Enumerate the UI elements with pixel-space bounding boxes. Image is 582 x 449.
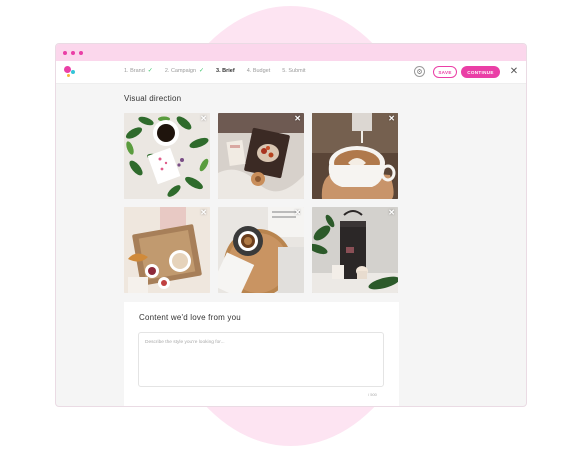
step-brief[interactable]: 3. Brief (216, 68, 235, 74)
photo-croissant-breakfast[interactable]: ✕ (124, 207, 210, 293)
save-button[interactable]: SAVE (433, 66, 457, 78)
remove-photo-icon[interactable]: ✕ (200, 114, 207, 123)
content-card: Content we'd love from you Describe the … (124, 302, 399, 406)
photo-coffee-bag[interactable]: ✕ (312, 207, 398, 293)
step-submit[interactable]: 5. Submit (282, 68, 305, 74)
photo-espresso-board[interactable]: ✕ (218, 207, 304, 293)
continue-button[interactable]: CONTINUE (461, 66, 500, 78)
photo-image (218, 207, 304, 293)
visual-direction-title: Visual direction (124, 94, 182, 103)
photo-image (312, 113, 398, 199)
photo-image (312, 207, 398, 293)
photo-grid: ✕ ✕ ✕ ✕ ✕ ✕ (124, 113, 399, 293)
window-dot-icon (79, 50, 83, 55)
content-title: Content we'd love from you (139, 313, 241, 322)
check-icon: ✓ (147, 68, 153, 74)
remove-photo-icon[interactable]: ✕ (200, 208, 207, 217)
step-label: 3. Brief (216, 68, 235, 74)
step-label: 2. Campaign (164, 68, 197, 74)
window-dot-icon (71, 50, 75, 55)
settings-gear-icon[interactable]: ⚙ (414, 66, 425, 77)
photo-coffee-leaves[interactable]: ✕ (124, 113, 210, 199)
step-budget[interactable]: 4. Budget (247, 68, 271, 74)
photo-breakfast-bed[interactable]: ✕ (218, 113, 304, 199)
photo-latte-art[interactable]: ✕ (312, 113, 398, 199)
remove-photo-icon[interactable]: ✕ (294, 114, 301, 123)
close-icon[interactable]: ✕ (508, 65, 520, 78)
check-icon: ✓ (199, 68, 205, 74)
step-campaign[interactable]: 2. Campaign ✓ (165, 68, 204, 74)
progress-steps: 1. Brand ✓ 2. Campaign ✓ 3. Brief 4. Bud… (124, 68, 305, 74)
remove-photo-icon[interactable]: ✕ (388, 208, 395, 217)
brand-logo-icon[interactable] (64, 66, 78, 78)
remove-photo-icon[interactable]: ✕ (388, 114, 395, 123)
photo-image (124, 207, 210, 293)
step-label: 1. Brand (124, 68, 145, 74)
remove-photo-icon[interactable]: ✕ (294, 208, 301, 217)
step-label: 5. Submit (282, 68, 306, 74)
photo-image (124, 113, 210, 199)
photo-image (218, 113, 304, 199)
top-navigation: 1. Brand ✓ 2. Campaign ✓ 3. Brief 4. Bud… (56, 61, 526, 84)
window-dot-icon (63, 50, 67, 55)
app-window: 1. Brand ✓ 2. Campaign ✓ 3. Brief 4. Bud… (55, 43, 527, 407)
character-counter: / 500 (368, 392, 377, 397)
content-description-textarea[interactable]: Describe the style you're looking for... (138, 332, 384, 387)
step-label: 4. Budget (246, 68, 271, 74)
window-titlebar (56, 44, 526, 61)
step-brand[interactable]: 1. Brand ✓ (124, 68, 153, 74)
